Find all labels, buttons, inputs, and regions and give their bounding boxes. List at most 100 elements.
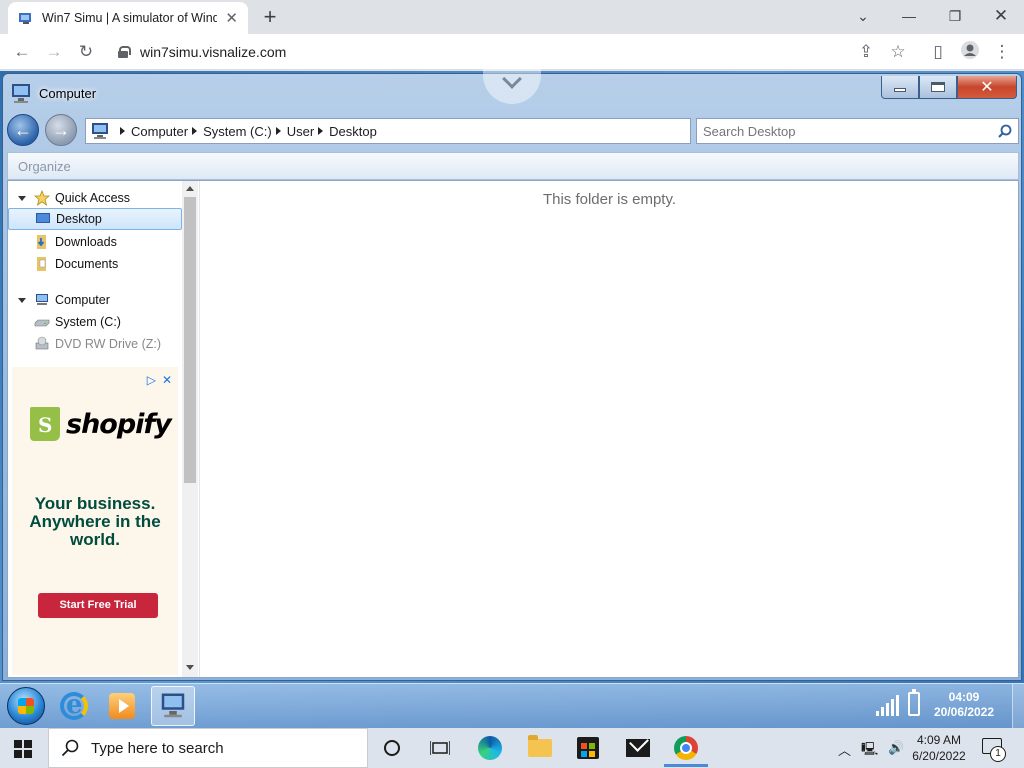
battery-icon[interactable] [908, 689, 920, 716]
windows-clock-time: 4:09 AM [916, 733, 962, 747]
organize-button[interactable]: Organize [18, 159, 71, 174]
tree-item-quick-access[interactable]: Quick Access [8, 187, 182, 209]
win7-start-orb[interactable] [7, 687, 45, 725]
tree-item-documents[interactable]: Documents [8, 253, 182, 275]
desktop-icon [36, 213, 50, 223]
explorer-content: Quick Access Desktop Downloads Documents [7, 180, 1019, 678]
explorer-address-bar[interactable]: Computer System (C:) User Desktop [85, 118, 691, 144]
explorer-search-box [696, 118, 1019, 144]
scroll-down-icon[interactable] [186, 665, 194, 670]
browser-tab[interactable]: Win7 Simu | A simulator of Windows 7 ✕ [8, 2, 248, 34]
breadcrumb-arrow-icon[interactable] [120, 127, 125, 135]
mail-icon[interactable] [618, 734, 658, 762]
windows-start-icon[interactable] [14, 740, 32, 758]
win7-taskbar: 04:09 20/06/2022 [0, 683, 1024, 729]
back-arrow-icon[interactable]: ← [10, 40, 34, 64]
explorer-minimize-button[interactable] [881, 76, 919, 99]
reload-icon[interactable]: ↻ [74, 40, 98, 64]
system-tray: ︿ 🖳 🔊 [838, 740, 905, 762]
minimize-window-button[interactable]: — [886, 4, 932, 28]
restore-window-button[interactable]: ❐ [932, 4, 978, 28]
shopify-ad[interactable]: ▷ ✕ shopify Your business. Anywhere in t… [12, 367, 178, 675]
chevron-down-icon[interactable] [483, 60, 541, 104]
tab-title: Win7 Simu | A simulator of Windows 7 [42, 11, 217, 25]
new-tab-button[interactable]: + [258, 4, 282, 30]
ad-close-icon[interactable]: ✕ [162, 373, 172, 387]
volume-icon[interactable]: 🔊 [888, 740, 904, 762]
notification-count-badge: 1 [990, 746, 1006, 762]
file-explorer-icon[interactable] [520, 734, 560, 762]
show-desktop-button[interactable] [1012, 684, 1024, 729]
nav-pane-scrollbar[interactable] [182, 181, 198, 677]
caption-buttons: ✕ [881, 76, 1017, 99]
chrome-icon[interactable] [666, 734, 706, 762]
taskbar-computer[interactable] [151, 686, 195, 726]
scrollbar-thumb[interactable] [184, 197, 196, 483]
scroll-up-icon[interactable] [186, 186, 194, 191]
active-app-indicator [664, 764, 708, 767]
tree-item-system-c[interactable]: System (C:) [8, 311, 182, 333]
tree-label: Desktop [56, 212, 102, 226]
microsoft-store-icon[interactable] [568, 734, 608, 762]
breadcrumb-user[interactable]: User [287, 124, 314, 139]
close-window-button[interactable]: ✕ [978, 4, 1024, 28]
explorer-forward-button[interactable]: → [45, 114, 77, 146]
explorer-search-input[interactable] [703, 123, 993, 139]
win7-clock[interactable]: 04:09 20/06/2022 [926, 690, 1002, 720]
browser-tab-strip: Win7 Simu | A simulator of Windows 7 ✕ +… [0, 0, 1024, 34]
taskbar-internet-explorer[interactable] [52, 686, 96, 726]
taskbar-media-player[interactable] [100, 686, 144, 726]
ad-choices: ▷ ✕ [147, 373, 172, 387]
win7-desktop: Computer ✕ ← → Computer System (C:) User… [0, 60, 1024, 729]
tree-item-computer[interactable]: Computer [8, 289, 182, 311]
start-free-trial-button[interactable]: Start Free Trial [38, 593, 158, 618]
shopify-logo: shopify [30, 407, 172, 441]
side-panel-icon[interactable]: ▯ [926, 40, 950, 64]
downloads-folder-icon [37, 235, 46, 249]
documents-folder-icon [37, 257, 46, 271]
shopify-bag-icon [30, 407, 60, 441]
network-icon[interactable]: 🖳 [861, 740, 878, 762]
computer-icon [92, 123, 108, 139]
share-icon[interactable]: ⇪ [854, 40, 878, 64]
expander-icon[interactable] [18, 297, 26, 303]
tree-item-downloads[interactable]: Downloads [8, 231, 182, 253]
file-list-pane[interactable]: This folder is empty. [201, 181, 1018, 677]
tree-item-desktop[interactable]: Desktop [8, 208, 182, 230]
expander-icon[interactable] [18, 195, 26, 201]
menu-kebab-icon[interactable]: ⋮ [990, 40, 1014, 64]
tree-label: System (C:) [55, 315, 121, 329]
profile-avatar-icon[interactable] [958, 40, 982, 64]
tree-label: DVD RW Drive (Z:) [55, 337, 162, 351]
windows-search-box[interactable]: Type here to search [48, 728, 368, 768]
chevron-up-icon[interactable]: ︿ [838, 740, 851, 762]
windows-clock-date: 6/20/2022 [912, 749, 966, 763]
explorer-maximize-button[interactable] [919, 76, 957, 99]
tree-item-dvd-drive[interactable]: DVD RW Drive (Z:) [8, 333, 182, 355]
ad-brand: shopify [66, 408, 172, 440]
breadcrumb-system-c[interactable]: System (C:) [203, 124, 272, 139]
search-icon[interactable] [998, 124, 1012, 138]
bookmark-star-icon[interactable]: ☆ [886, 40, 910, 64]
computer-icon [36, 294, 48, 305]
ad-choices-icon[interactable]: ▷ [147, 373, 156, 387]
tab-close-icon[interactable]: ✕ [225, 9, 238, 27]
breadcrumb-arrow-icon[interactable] [275, 127, 281, 135]
forward-arrow-icon[interactable]: → [42, 40, 66, 64]
signal-strength-icon[interactable] [876, 694, 899, 716]
explorer-back-button[interactable]: ← [7, 114, 39, 146]
empty-folder-message: This folder is empty. [542, 191, 677, 208]
task-view-icon[interactable] [420, 734, 460, 762]
explorer-close-button[interactable]: ✕ [957, 76, 1017, 99]
edge-icon[interactable] [470, 734, 510, 762]
breadcrumb-arrow-icon[interactable] [318, 127, 324, 135]
tree-label: Quick Access [55, 191, 131, 205]
tab-search-icon[interactable]: ⌄ [840, 4, 886, 28]
computer-icon [12, 84, 30, 103]
breadcrumb-desktop[interactable]: Desktop [329, 124, 377, 139]
cortana-icon[interactable] [372, 734, 412, 762]
win7-clock-time: 04:09 [948, 690, 980, 704]
breadcrumb-arrow-icon[interactable] [192, 127, 198, 135]
windows-clock[interactable]: 4:09 AM 6/20/2022 [904, 732, 974, 764]
breadcrumb-computer[interactable]: Computer [131, 124, 188, 139]
